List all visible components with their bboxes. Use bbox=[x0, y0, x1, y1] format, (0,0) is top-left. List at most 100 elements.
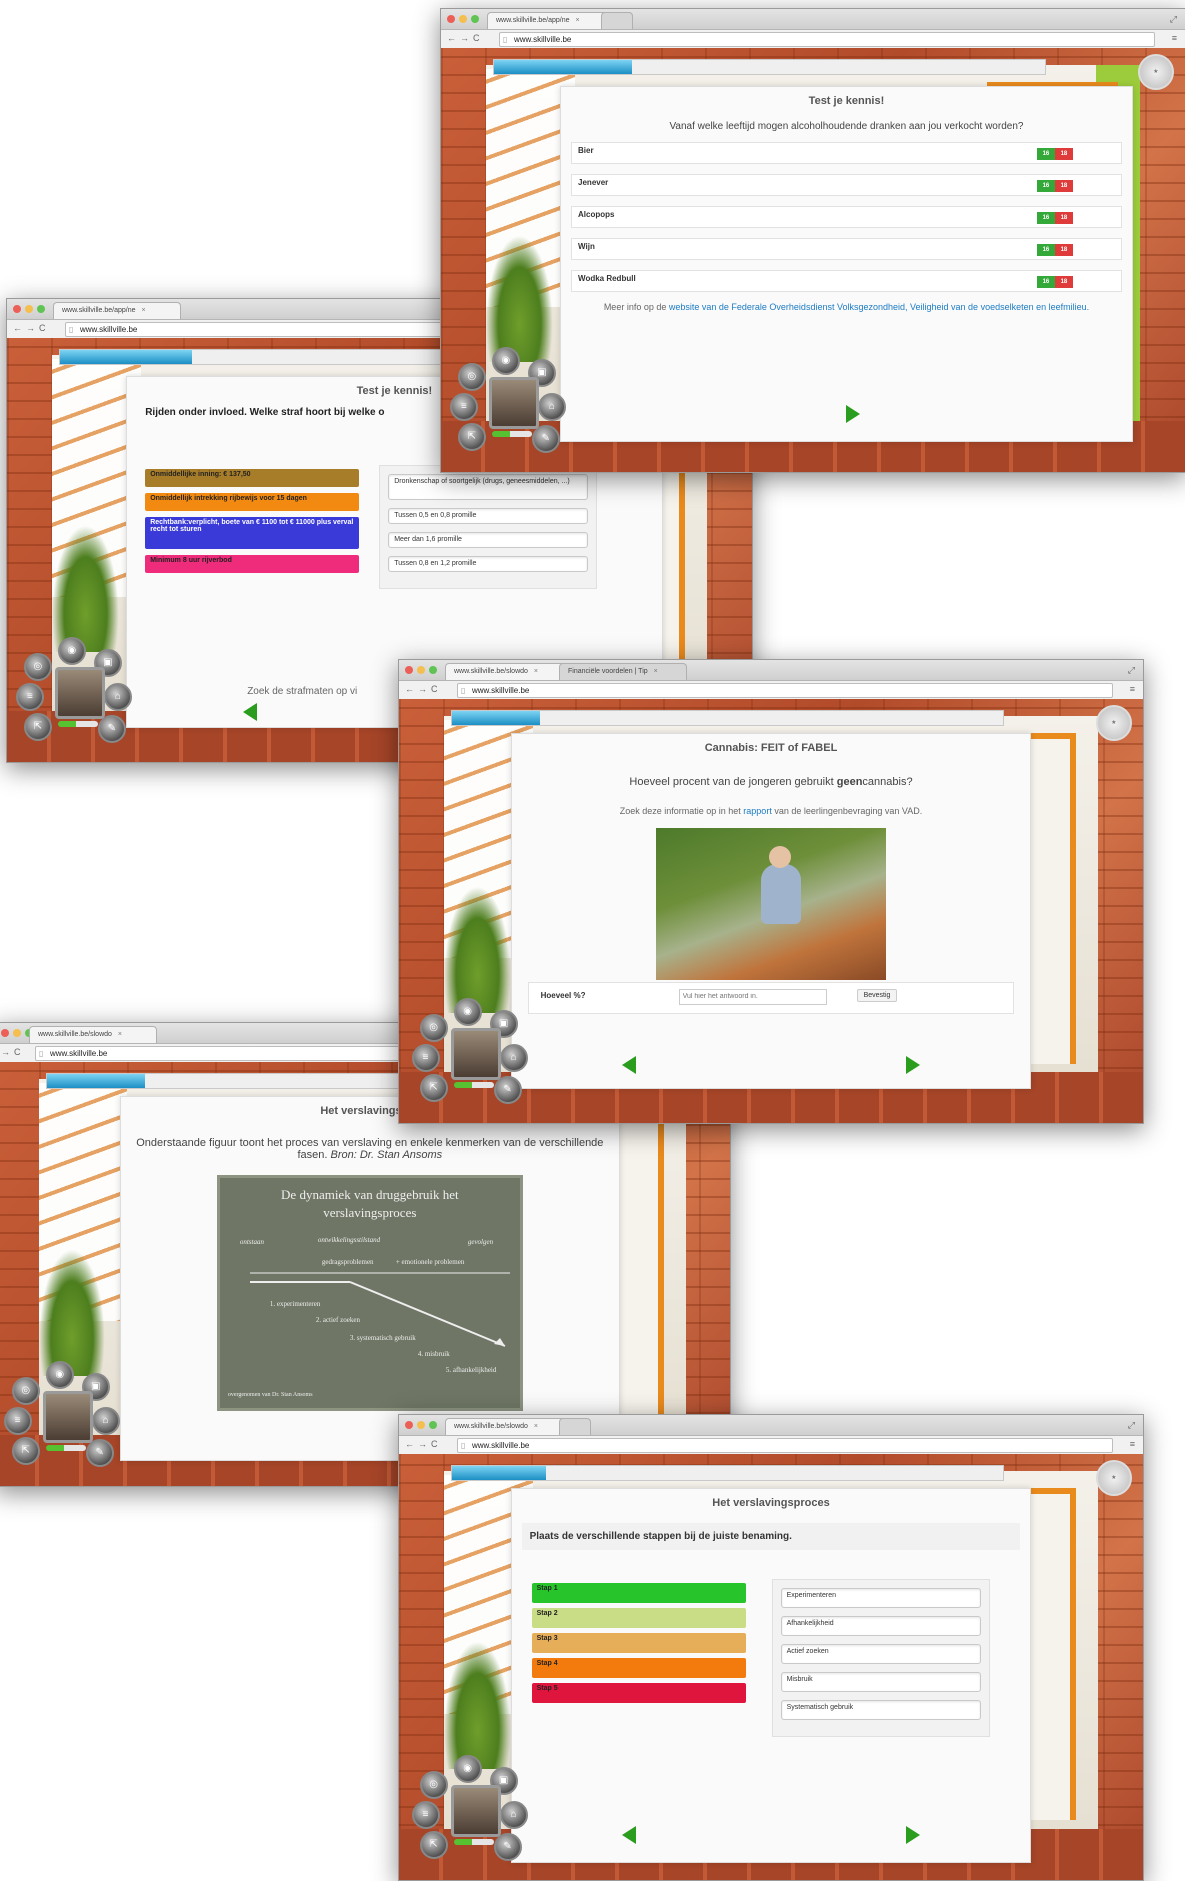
tab-close-icon[interactable]: × bbox=[576, 17, 580, 24]
confirm-button[interactable]: Bevestig bbox=[856, 988, 898, 1002]
tab-close-icon[interactable]: × bbox=[534, 1423, 538, 1430]
browser-nav-icons[interactable]: ←→C bbox=[13, 323, 50, 333]
drop-slot[interactable]: Tussen 0,5 en 0,8 promille bbox=[388, 508, 589, 525]
step-drag-item[interactable]: Stap 1 bbox=[531, 1583, 746, 1604]
option-16-button[interactable]: 16 bbox=[1036, 180, 1055, 193]
option-16-button[interactable]: 16 bbox=[1036, 148, 1055, 161]
minimize-window-button[interactable] bbox=[25, 305, 33, 313]
option-18-button[interactable]: 18 bbox=[1054, 148, 1073, 161]
avatar[interactable] bbox=[450, 1784, 501, 1837]
avatar[interactable] bbox=[450, 1028, 501, 1081]
step-drag-item[interactable]: Stap 5 bbox=[531, 1683, 746, 1704]
zoom-window-button[interactable] bbox=[429, 1421, 437, 1429]
drop-slot[interactable]: Actief zoeken bbox=[780, 1644, 981, 1665]
info-link[interactable]: website van de Federale Overheidsdienst … bbox=[669, 302, 1089, 312]
exit-icon[interactable]: ⇱ bbox=[23, 713, 52, 742]
address-bar[interactable]: ▯ www.skillville.be bbox=[457, 1438, 1113, 1453]
list-icon[interactable]: ≡ bbox=[3, 1407, 32, 1436]
next-arrow-icon[interactable] bbox=[906, 1825, 921, 1844]
bank-icon[interactable]: ⌂ bbox=[537, 393, 566, 422]
wheel-button-2[interactable]: ◉ bbox=[57, 637, 86, 666]
menu-icon[interactable]: ≡ bbox=[1130, 684, 1135, 694]
minimize-window-button[interactable] bbox=[13, 1029, 21, 1037]
pen-icon[interactable]: ✎ bbox=[97, 715, 126, 744]
close-window-button[interactable] bbox=[405, 1421, 413, 1429]
prev-arrow-icon[interactable] bbox=[243, 703, 258, 722]
step-drag-item[interactable]: Stap 4 bbox=[531, 1658, 746, 1679]
pen-icon[interactable]: ✎ bbox=[493, 1832, 522, 1861]
avatar[interactable] bbox=[42, 1391, 93, 1444]
browser-tab[interactable]: Financiële voordelen | Tip × bbox=[559, 663, 687, 680]
zoom-window-button[interactable] bbox=[471, 15, 479, 23]
drop-slot[interactable]: Misbruik bbox=[780, 1672, 981, 1693]
exit-icon[interactable]: ⇱ bbox=[419, 1074, 448, 1103]
drop-slot[interactable]: Afhankelijkheid bbox=[780, 1616, 981, 1637]
wheel-button-2[interactable]: ◉ bbox=[453, 1754, 482, 1783]
browser-tab[interactable]: www.skillville.be/slowdo × bbox=[445, 1418, 573, 1435]
menu-icon[interactable]: ≡ bbox=[1172, 33, 1177, 43]
wheel-button-1[interactable]: ◎ bbox=[419, 1014, 448, 1043]
menu-icon[interactable]: ≡ bbox=[1130, 1439, 1135, 1449]
list-icon[interactable]: ≡ bbox=[15, 683, 44, 712]
skill-badge-icon[interactable]: ★ bbox=[1095, 1460, 1132, 1497]
wheel-button-2[interactable]: ◉ bbox=[453, 998, 482, 1027]
skill-badge-icon[interactable]: ★ bbox=[1095, 705, 1132, 742]
fullscreen-icon[interactable]: ⤢ bbox=[1128, 665, 1135, 676]
exit-icon[interactable]: ⇱ bbox=[457, 423, 486, 452]
list-icon[interactable]: ≡ bbox=[449, 393, 478, 422]
new-tab-button[interactable] bbox=[601, 12, 633, 29]
drop-slot[interactable]: Experimenteren bbox=[780, 1588, 981, 1609]
browser-tab[interactable]: www.skillville.be/app/ne × bbox=[53, 302, 181, 319]
penalty-drag-item[interactable]: Minimum 8 uur rijverbod bbox=[145, 555, 360, 574]
tab-close-icon[interactable]: × bbox=[118, 1031, 122, 1038]
exit-icon[interactable]: ⇱ bbox=[11, 1437, 40, 1466]
address-bar[interactable]: ▯ www.skillville.be bbox=[457, 683, 1113, 698]
minimize-window-button[interactable] bbox=[459, 15, 467, 23]
exit-icon[interactable]: ⇱ bbox=[419, 1830, 448, 1859]
option-16-button[interactable]: 16 bbox=[1036, 212, 1055, 225]
answer-input[interactable] bbox=[678, 988, 827, 1005]
penalty-drag-item[interactable]: Onmiddellijke inning: € 137,50 bbox=[145, 469, 360, 488]
bank-icon[interactable]: ⌂ bbox=[499, 1800, 528, 1829]
drop-slot[interactable]: Systematisch gebruik bbox=[780, 1700, 981, 1721]
minimize-window-button[interactable] bbox=[417, 666, 425, 674]
penalty-drag-item[interactable]: Onmiddellijk intrekking rijbewijs voor 1… bbox=[145, 493, 360, 512]
drop-slot[interactable]: Dronkenschap of soortgelijk (drugs, gene… bbox=[388, 474, 589, 501]
list-icon[interactable]: ≡ bbox=[411, 1800, 440, 1829]
avatar[interactable] bbox=[54, 667, 105, 720]
option-18-button[interactable]: 18 bbox=[1054, 244, 1073, 257]
tab-close-icon[interactable]: × bbox=[142, 307, 146, 314]
list-icon[interactable]: ≡ bbox=[411, 1044, 440, 1073]
wheel-button-1[interactable]: ◎ bbox=[457, 363, 486, 392]
browser-nav-icons[interactable]: ←→C bbox=[405, 1439, 442, 1449]
prev-arrow-icon[interactable] bbox=[621, 1056, 636, 1075]
browser-tab[interactable]: www.skillville.be/slowdo × bbox=[29, 1026, 157, 1043]
skill-badge-icon[interactable]: ★ bbox=[1137, 54, 1174, 91]
option-16-button[interactable]: 16 bbox=[1036, 244, 1055, 257]
drop-slot[interactable]: Tussen 0,8 en 1,2 promille bbox=[388, 556, 589, 573]
penalty-drag-item[interactable]: Rechtbank:verplicht, boete van € 1100 to… bbox=[145, 517, 360, 550]
option-18-button[interactable]: 18 bbox=[1054, 212, 1073, 225]
report-link[interactable]: rapport bbox=[743, 806, 772, 816]
minimize-window-button[interactable] bbox=[417, 1421, 425, 1429]
bank-icon[interactable]: ⌂ bbox=[499, 1044, 528, 1073]
address-bar[interactable]: ▯ www.skillville.be bbox=[499, 32, 1155, 47]
option-18-button[interactable]: 18 bbox=[1054, 276, 1073, 289]
step-drag-item[interactable]: Stap 2 bbox=[531, 1608, 746, 1629]
close-window-button[interactable] bbox=[405, 666, 413, 674]
wheel-button-2[interactable]: ◉ bbox=[45, 1361, 74, 1390]
pen-icon[interactable]: ✎ bbox=[531, 425, 560, 454]
pen-icon[interactable]: ✎ bbox=[85, 1439, 114, 1468]
wheel-button-1[interactable]: ◎ bbox=[23, 653, 52, 682]
tab-close-icon[interactable]: × bbox=[654, 668, 658, 675]
close-window-button[interactable] bbox=[1, 1029, 9, 1037]
browser-tab[interactable]: www.skillville.be/slowdo × bbox=[445, 663, 573, 680]
browser-tab[interactable]: www.skillville.be/app/ne × bbox=[487, 12, 615, 29]
pen-icon[interactable]: ✎ bbox=[493, 1076, 522, 1105]
wheel-button-1[interactable]: ◎ bbox=[11, 1377, 40, 1406]
browser-nav-icons[interactable]: →C bbox=[1, 1047, 25, 1057]
next-arrow-icon[interactable] bbox=[906, 1056, 921, 1075]
fullscreen-icon[interactable]: ⤢ bbox=[1170, 14, 1177, 25]
wheel-button-1[interactable]: ◎ bbox=[419, 1770, 448, 1799]
zoom-window-button[interactable] bbox=[429, 666, 437, 674]
